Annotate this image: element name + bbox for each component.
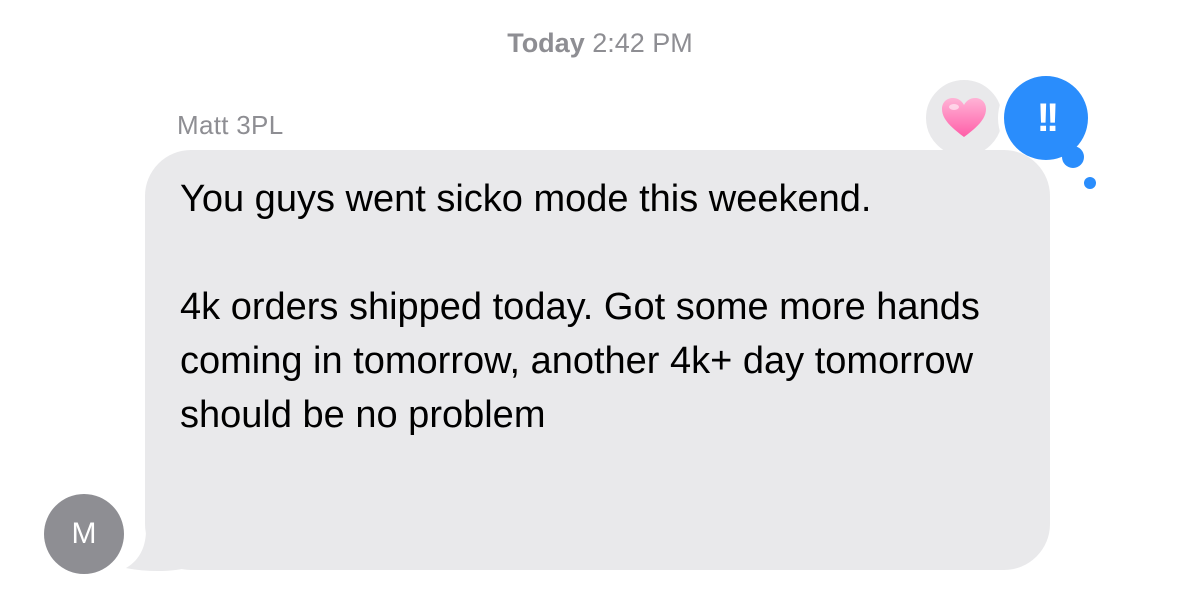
reaction-tail-dot-small — [1084, 177, 1096, 189]
timestamp-time: 2:42 PM — [592, 28, 693, 58]
heart-icon — [942, 98, 986, 137]
double-exclamation-icon: !! — [1036, 95, 1060, 140]
timestamp: Today 2:42 PM — [0, 28, 1200, 59]
reaction-tail-dot — [1062, 146, 1084, 168]
avatar[interactable]: M — [44, 494, 124, 574]
avatar-initial: M — [71, 517, 97, 550]
message-bubble[interactable]: You guys went sicko mode this weekend. 4… — [145, 150, 1050, 570]
message-paragraph: You guys went sicko mode this weekend. — [180, 178, 872, 220]
heart-reaction[interactable] — [920, 74, 1008, 162]
sender-name: Matt 3PL — [177, 110, 284, 140]
message-paragraph: 4k orders shipped today. Got some more h… — [180, 286, 980, 436]
timestamp-day: Today — [507, 28, 585, 58]
